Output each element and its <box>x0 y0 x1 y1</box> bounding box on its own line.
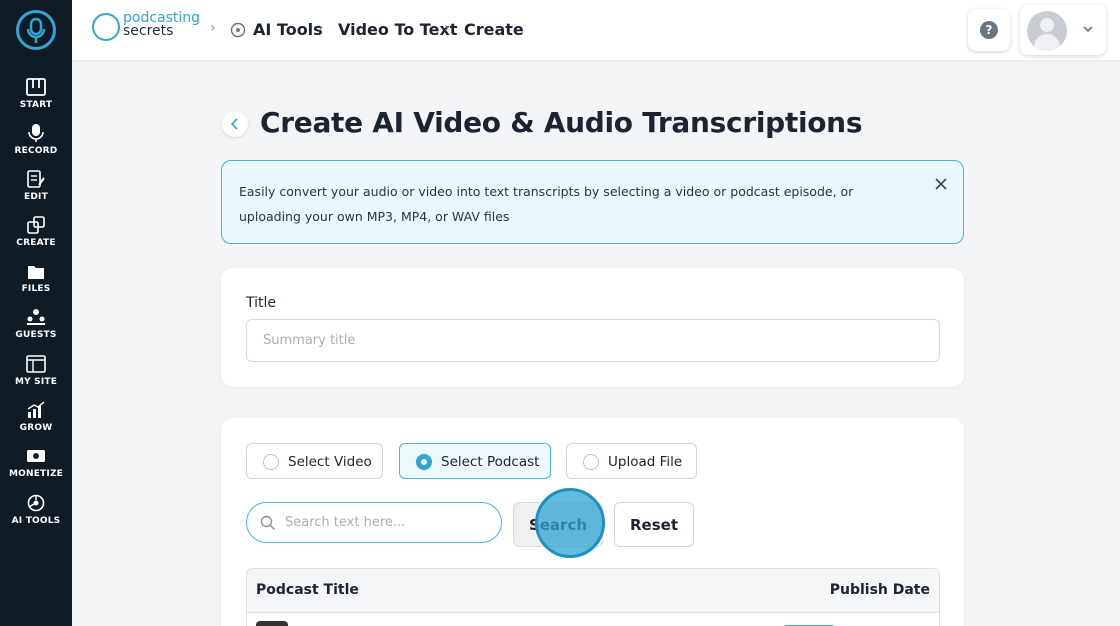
edit-icon <box>27 170 45 188</box>
ai-icon <box>27 494 45 512</box>
help-button[interactable]: ? <box>968 9 1010 51</box>
sidebar-item-monetize[interactable]: MONETIZE <box>0 447 72 479</box>
sidebar: START RECORD EDIT CREATE FILES GUESTS MY… <box>0 0 72 626</box>
brand-line-2: secrets <box>123 23 174 39</box>
source-card: Select Video Select Podcast Upload File … <box>221 418 964 626</box>
reset-button[interactable]: Reset <box>614 502 694 547</box>
radio-label: Select Podcast <box>441 454 540 470</box>
back-button[interactable] <box>222 111 248 137</box>
podcast-table: Podcast Title Publish Date <box>246 568 940 626</box>
radio-label: Select Video <box>288 454 372 470</box>
chart-icon <box>27 401 45 418</box>
alert-message: Easily convert your audio or video into … <box>239 184 854 224</box>
breadcrumb-chevron-icon: › <box>318 20 324 36</box>
sidebar-item-create[interactable]: CREATE <box>0 216 72 248</box>
table-row[interactable] <box>247 613 939 626</box>
sidebar-item-label: MONETIZE <box>8 469 64 479</box>
ai-tools-crumb-icon <box>230 22 246 38</box>
radio-select-podcast[interactable]: Select Podcast <box>399 443 551 479</box>
close-icon[interactable] <box>934 177 948 191</box>
radio-upload-file[interactable]: Upload File <box>566 443 697 479</box>
sidebar-item-label: GUESTS <box>15 330 57 340</box>
sidebar-item-label: START <box>19 100 53 110</box>
sidebar-item-label: EDIT <box>24 192 48 202</box>
radio-circle <box>263 454 279 470</box>
sidebar-item-label: FILES <box>21 284 51 294</box>
sidebar-item-my-site[interactable]: MY SITE <box>0 355 72 387</box>
search-button[interactable]: Search <box>513 502 603 547</box>
sidebar-item-start[interactable]: START <box>0 78 72 110</box>
sidebar-item-guests[interactable]: GUESTS <box>0 308 72 340</box>
sidebar-item-ai-tools[interactable]: AI TOOLS <box>0 494 72 526</box>
brand-logo[interactable]: podcasting secrets <box>92 11 204 42</box>
search-icon <box>260 515 275 530</box>
page-title: Create AI Video & Audio Transcriptions <box>260 106 863 139</box>
sidebar-item-record[interactable]: RECORD <box>0 124 72 156</box>
monetize-icon <box>27 450 45 462</box>
title-card: Title <box>221 268 964 387</box>
sidebar-item-label: GROW <box>19 423 53 433</box>
chevron-down-icon <box>1083 26 1093 33</box>
column-header-podcast-title[interactable]: Podcast Title <box>256 582 359 598</box>
breadcrumb-ai-tools[interactable]: AI Tools <box>253 20 323 39</box>
radio-circle <box>583 454 599 470</box>
info-alert: Easily convert your audio or video into … <box>221 160 964 244</box>
search-input[interactable] <box>285 507 491 538</box>
sidebar-item-files[interactable]: FILES <box>0 262 72 294</box>
avatar <box>1027 11 1067 51</box>
column-header-publish-date[interactable]: Publish Date <box>830 582 930 598</box>
sidebar-item-label: AI TOOLS <box>11 516 61 526</box>
breadcrumb-chevron-icon: › <box>210 20 216 36</box>
microphone-icon <box>28 124 44 142</box>
breadcrumb-video-to-text[interactable]: Video To Text <box>338 20 457 39</box>
breadcrumb-create: Create <box>464 20 524 39</box>
search-box <box>246 502 502 543</box>
episode-thumbnail <box>256 621 288 626</box>
breadcrumb-chevron-icon: › <box>444 20 450 36</box>
folder-icon <box>28 266 44 279</box>
chevron-left-icon <box>230 118 238 130</box>
title-input[interactable] <box>246 319 940 362</box>
sidebar-item-label: CREATE <box>16 238 56 248</box>
brand-mic-icon <box>92 13 120 41</box>
title-label: Title <box>246 295 277 311</box>
user-menu-button[interactable] <box>1020 5 1106 55</box>
create-icon <box>27 216 45 234</box>
website-icon <box>26 355 46 373</box>
sidebar-item-label: RECORD <box>14 146 58 156</box>
sidebar-item-label: MY SITE <box>14 377 58 387</box>
app-logo-icon[interactable] <box>16 10 56 50</box>
radio-circle <box>416 454 432 470</box>
sidebar-item-grow[interactable]: GROW <box>0 401 72 433</box>
guests-icon <box>27 309 45 325</box>
sidebar-item-edit[interactable]: EDIT <box>0 170 72 202</box>
top-header: podcasting secrets › AI Tools › Video To… <box>72 0 1120 60</box>
radio-label: Upload File <box>608 454 683 470</box>
piano-icon <box>26 78 46 96</box>
radio-select-video[interactable]: Select Video <box>246 443 383 479</box>
help-icon: ? <box>980 21 998 39</box>
